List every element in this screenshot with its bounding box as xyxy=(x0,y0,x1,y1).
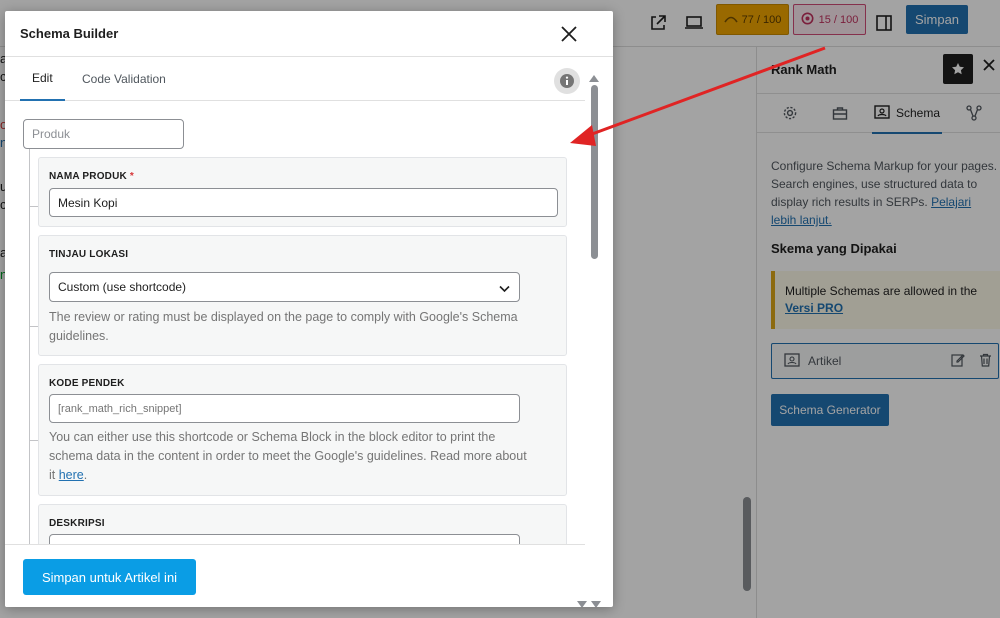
field-label-text: NAMA PRODUK xyxy=(49,171,127,182)
modal-tabs: Edit Code Validation xyxy=(5,57,585,101)
tree-connector xyxy=(29,206,38,207)
shortcode-help: You can either use this shortcode or Sch… xyxy=(49,428,529,485)
review-location-help: The review or rating must be displayed o… xyxy=(49,310,518,343)
chevron-down-icon xyxy=(499,282,510,296)
field-label: KODE PENDEK xyxy=(49,378,125,389)
modal-footer: Simpan untuk Artikel ini xyxy=(5,544,585,607)
review-location-value: Custom (use shortcode) xyxy=(58,280,187,294)
modal-header: Schema Builder xyxy=(5,11,613,57)
field-product-name: NAMA PRODUK * Mesin Kopi xyxy=(38,157,567,227)
product-name-input[interactable]: Mesin Kopi xyxy=(49,188,558,217)
review-location-select[interactable]: Custom (use shortcode) xyxy=(49,272,520,302)
field-description: DESKRIPSI Deskripsi Produk xyxy=(38,504,567,544)
modal-title: Schema Builder xyxy=(20,26,119,41)
field-review-location: TINJAU LOKASI Custom (use shortcode) The… xyxy=(38,235,567,356)
required-mark: * xyxy=(129,171,135,182)
shortcode-help-end: . xyxy=(83,468,88,482)
shortcode-help-link[interactable]: here xyxy=(59,468,84,482)
schema-type-input[interactable]: Produk xyxy=(23,119,184,149)
tree-connector xyxy=(29,440,38,441)
field-label: NAMA PRODUK * xyxy=(49,171,134,182)
annotation-arrow xyxy=(570,46,826,146)
description-input[interactable]: Deskripsi Produk xyxy=(49,534,520,544)
tree-connector xyxy=(29,326,38,327)
tab-code-validation[interactable]: Code Validation xyxy=(82,57,166,101)
tree-connector xyxy=(29,149,30,544)
save-schema-button[interactable]: Simpan untuk Artikel ini xyxy=(23,559,196,595)
field-shortcode: KODE PENDEK [rank_math_rich_snippet] You… xyxy=(38,364,567,496)
shortcode-help-text: You can either use this shortcode or Sch… xyxy=(49,430,527,482)
shortcode-input[interactable]: [rank_math_rich_snippet] xyxy=(49,394,520,423)
field-label: TINJAU LOKASI xyxy=(49,249,129,260)
scroll-down-icon[interactable] xyxy=(577,595,601,607)
tab-edit[interactable]: Edit xyxy=(20,57,65,101)
schema-builder-modal: Schema Builder Edit Code Validation Prod… xyxy=(5,11,613,607)
field-label: DESKRIPSI xyxy=(49,518,105,529)
modal-body[interactable]: Produk NAMA PRODUK * Mesin Kopi TINJAU L… xyxy=(5,102,585,544)
